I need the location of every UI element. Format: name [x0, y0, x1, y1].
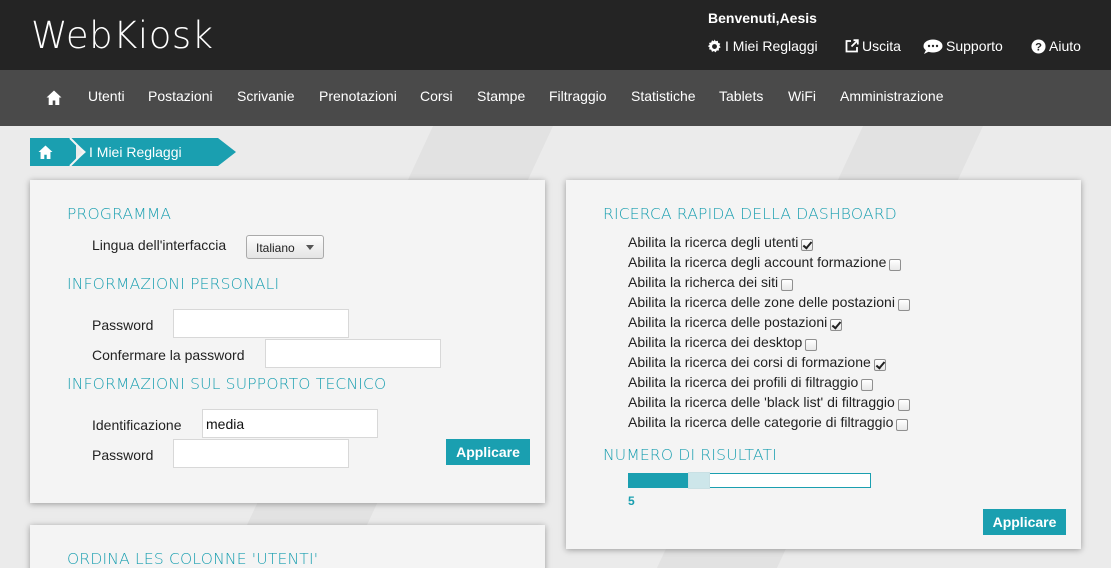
- option-courses-checkbox[interactable]: [873, 359, 886, 371]
- nav-item-postazioni[interactable]: Postazioni: [148, 88, 213, 104]
- language-select[interactable]: Italiano: [246, 235, 324, 259]
- option-label: Abilita la ricerca delle zone delle post…: [628, 294, 895, 310]
- results-slider-handle[interactable]: [688, 472, 710, 489]
- language-select-value: Italiano: [256, 241, 295, 255]
- logout-label: Uscita: [862, 38, 901, 54]
- top-header: WebKiosk Benvenuti,Aesis I Miei Reglaggi…: [0, 0, 1111, 70]
- help-link[interactable]: ? Aiuto: [1031, 38, 1081, 54]
- results-slider-fill: [629, 474, 689, 487]
- identification-label: Identificazione: [92, 417, 182, 433]
- help-label: Aiuto: [1049, 38, 1081, 54]
- nav-item-statistiche[interactable]: Statistiche: [631, 88, 696, 104]
- option-training-accounts-row: Abilita la ricerca degli account formazi…: [628, 254, 902, 274]
- confirm-password-label: Confermare la password: [92, 347, 245, 363]
- nav-item-prenotazioni[interactable]: Prenotazioni: [319, 88, 397, 104]
- option-desktop-row: Abilita la ricerca dei desktop: [628, 334, 818, 354]
- breadcrumb-current: I Miei Reglaggi: [89, 144, 182, 160]
- option-filter-categories-row: Abilita la ricerca delle categorie di fi…: [628, 414, 909, 434]
- option-workstations-checkbox[interactable]: [830, 319, 843, 331]
- option-label: Abilita la ricerca dei profili di filtra…: [628, 374, 859, 390]
- results-count-title: NUMERO DI RISULTATI: [603, 446, 777, 464]
- app-logo[interactable]: WebKiosk: [31, 14, 214, 57]
- personal-info-title: INFORMAZIONI PERSONALI: [67, 275, 280, 293]
- nav-item-wifi[interactable]: WiFi: [788, 88, 816, 104]
- option-training-accounts-checkbox[interactable]: [889, 259, 902, 271]
- home-icon: [38, 145, 53, 159]
- svg-text:?: ?: [1035, 41, 1042, 53]
- option-blacklists-checkbox[interactable]: [897, 399, 910, 411]
- chevron-down-icon: [306, 245, 314, 250]
- option-blacklists-row: Abilita la ricerca delle 'black list' di…: [628, 394, 910, 414]
- columns-title: ORDINA LES COLONNE 'UTENTI': [67, 550, 319, 568]
- nav-item-corsi[interactable]: Corsi: [420, 88, 453, 104]
- support-info-title: INFORMAZIONI SUL SUPPORTO TECNICO: [67, 375, 387, 393]
- option-desktop-checkbox[interactable]: [805, 339, 818, 351]
- option-label: Abilita la ricerca degli account formazi…: [628, 254, 887, 270]
- option-sites-row: Abilita la richerca dei siti: [628, 274, 794, 294]
- gear-icon: [707, 38, 721, 52]
- logout-link[interactable]: Uscita: [845, 38, 901, 54]
- option-label: Abilita la ricerca degli utenti: [628, 234, 799, 250]
- apply-dashboard-button[interactable]: Applicare: [983, 509, 1066, 535]
- option-label: Abilita la ricerca delle categorie di fi…: [628, 414, 894, 430]
- option-zones-checkbox[interactable]: [897, 299, 910, 311]
- option-label: Abilita la ricerca delle postazioni: [628, 314, 828, 330]
- support-password-label: Password: [92, 447, 154, 463]
- results-value: 5: [628, 494, 635, 508]
- option-sites-checkbox[interactable]: [781, 279, 794, 291]
- breadcrumb-separator: [69, 138, 86, 166]
- apply-settings-button[interactable]: Applicare: [446, 439, 530, 465]
- language-label: Lingua dell'interfaccia: [92, 237, 227, 253]
- nav-item-stampe[interactable]: Stampe: [477, 88, 525, 104]
- option-label: Abilita la ricerca dei corsi di formazio…: [628, 354, 871, 370]
- program-title: PROGRAMMA: [67, 205, 172, 223]
- nav-item-scrivanie[interactable]: Scrivanie: [237, 88, 295, 104]
- password-label: Password: [92, 317, 154, 333]
- main-nav: Utenti Postazioni Scrivanie Prenotazioni…: [0, 70, 1111, 126]
- nav-item-utenti[interactable]: Utenti: [88, 88, 125, 104]
- option-label: Abilita la ricerca dei desktop: [628, 334, 803, 350]
- identification-field[interactable]: [202, 409, 378, 438]
- nav-item-administration[interactable]: Amministrazione: [840, 88, 943, 104]
- chat-bubble-icon: [923, 39, 943, 54]
- option-filter-profiles-checkbox[interactable]: [861, 379, 874, 391]
- dashboard-search-title: RICERCA RAPIDA DELLA DASHBOARD: [603, 205, 897, 223]
- results-slider[interactable]: [628, 472, 871, 489]
- my-settings-link[interactable]: I Miei Reglaggi: [707, 38, 818, 54]
- password-field[interactable]: [173, 309, 349, 338]
- option-users-checkbox[interactable]: [801, 239, 814, 251]
- welcome-text: Benvenuti,Aesis: [708, 10, 817, 26]
- option-label: Abilita la richerca dei siti: [628, 274, 779, 290]
- nav-item-filtraggio[interactable]: Filtraggio: [549, 88, 607, 104]
- external-link-icon: [845, 39, 859, 53]
- my-settings-label: I Miei Reglaggi: [725, 38, 818, 54]
- support-label: Supporto: [946, 38, 1003, 54]
- option-users-row: Abilita la ricerca degli utenti: [628, 234, 814, 254]
- confirm-password-field[interactable]: [265, 339, 441, 368]
- option-zones-row: Abilita la ricerca delle zone delle post…: [628, 294, 910, 314]
- nav-item-tablets[interactable]: Tablets: [719, 88, 763, 104]
- question-circle-icon: ?: [1031, 38, 1046, 54]
- option-filter-profiles-row: Abilita la ricerca dei profili di filtra…: [628, 374, 874, 394]
- option-courses-row: Abilita la ricerca dei corsi di formazio…: [628, 354, 886, 374]
- home-icon[interactable]: [46, 90, 62, 105]
- option-label: Abilita la ricerca delle 'black list' di…: [628, 394, 895, 410]
- option-workstations-row: Abilita la ricerca delle postazioni: [628, 314, 843, 334]
- support-link[interactable]: Supporto: [923, 38, 1003, 54]
- support-password-field[interactable]: [173, 439, 349, 468]
- option-filter-categories-checkbox[interactable]: [896, 419, 909, 431]
